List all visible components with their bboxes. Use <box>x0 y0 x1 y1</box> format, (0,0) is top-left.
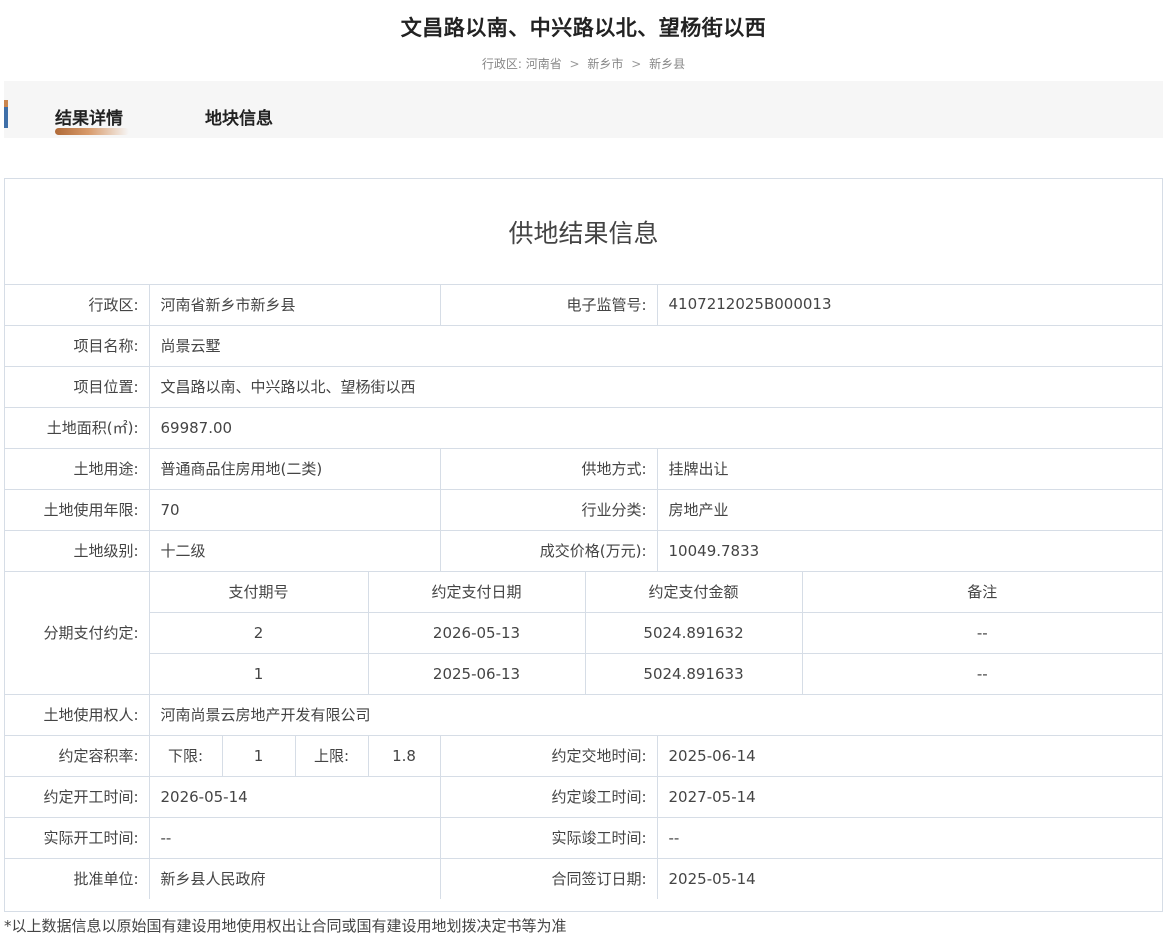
field-label: 实际开工时间: <box>5 816 150 859</box>
table-row: 项目位置: 文昌路以南、中兴路以北、望杨街以西 <box>5 365 1163 408</box>
installment-date: 2025-06-13 <box>367 652 586 695</box>
table-row: 土地用途: 普通商品住房用地(二类) 供地方式: 挂牌出让 <box>5 447 1163 490</box>
field-label: 分期支付约定: <box>5 570 150 695</box>
tab-bar: 结果详情 地块信息 <box>4 81 1163 138</box>
field-label: 土地使用年限: <box>5 488 150 531</box>
field-value-actual-start: -- <box>148 816 441 859</box>
table-row: 约定容积率: 下限: 1 上限: 1.8 约定交地时间: 2025-06-14 <box>5 734 1163 777</box>
field-label: 项目名称: <box>5 324 150 367</box>
field-label: 批准单位: <box>5 857 150 899</box>
breadcrumb-item-city[interactable]: 新乡市 <box>587 55 623 72</box>
table-row: 批准单位: 新乡县人民政府 合同签订日期: 2025-05-14 <box>5 857 1163 899</box>
far-upper-label: 上限: <box>294 734 369 777</box>
tab-parcel-info[interactable]: 地块信息 <box>205 104 273 129</box>
installment-header: 备注 <box>801 570 1163 613</box>
field-label: 成交价格(万元): <box>439 529 658 572</box>
field-value-handover: 2025-06-14 <box>656 734 1163 777</box>
field-value-supervision-no: 4107212025B000013 <box>656 284 1163 326</box>
field-value-supply-method: 挂牌出让 <box>656 447 1163 490</box>
field-label: 土地使用权人: <box>5 693 150 736</box>
installment-row: 2 2026-05-13 5024.891632 -- <box>5 611 1163 654</box>
installment-remark: -- <box>801 652 1163 695</box>
table-row: 土地级别: 十二级 成交价格(万元): 10049.7833 <box>5 529 1163 572</box>
installment-date: 2026-05-13 <box>367 611 586 654</box>
field-value-use-years: 70 <box>148 488 441 531</box>
far-lower-value: 1 <box>221 734 296 777</box>
supply-result-table: 行政区: 河南省新乡市新乡县 电子监管号: 4107212025B000013 … <box>5 284 1163 899</box>
field-value-land-use: 普通商品住房用地(二类) <box>148 447 441 490</box>
field-label: 约定容积率: <box>5 734 150 777</box>
installment-header: 约定支付金额 <box>584 570 803 613</box>
breadcrumb: 行政区: 河南省 > 新乡市 > 新乡县 <box>0 55 1167 72</box>
field-value-region: 河南省新乡市新乡县 <box>148 284 441 326</box>
installment-amount: 5024.891633 <box>584 652 803 695</box>
breadcrumb-label: 行政区: <box>481 57 522 71</box>
installment-period: 2 <box>149 611 369 654</box>
field-value-project-name: 尚景云墅 <box>148 324 1163 367</box>
tab-label: 地块信息 <box>205 109 273 129</box>
table-row: 约定开工时间: 2026-05-14 约定竣工时间: 2027-05-14 <box>5 775 1163 818</box>
breadcrumb-item-county[interactable]: 新乡县 <box>649 55 685 72</box>
far-lower-label: 下限: <box>148 734 223 777</box>
field-label: 实际竣工时间: <box>439 816 658 859</box>
field-value-land-area: 69987.00 <box>148 406 1163 449</box>
field-label: 土地用途: <box>5 447 150 490</box>
installment-header: 约定支付日期 <box>367 570 586 613</box>
installment-header: 支付期号 <box>148 570 369 613</box>
field-label: 项目位置: <box>5 365 150 408</box>
field-value-land-level: 十二级 <box>148 529 441 572</box>
field-value-land-user: 河南尚景云房地产开发有限公司 <box>148 693 1163 736</box>
field-label: 供地方式: <box>439 447 658 490</box>
installment-remark: -- <box>801 611 1163 654</box>
page-title: 文昌路以南、中兴路以北、望杨街以西 <box>400 16 767 40</box>
field-value-project-location: 文昌路以南、中兴路以北、望杨街以西 <box>148 365 1163 408</box>
footnote: *以上数据信息以原始国有建设用地使用权出让合同或国有建设用地划拨决定书等为准 <box>4 917 567 935</box>
far-upper-value: 1.8 <box>367 734 441 777</box>
table-row: 土地使用权人: 河南尚景云房地产开发有限公司 <box>5 693 1163 736</box>
table-row: 实际开工时间: -- 实际竣工时间: -- <box>5 816 1163 859</box>
field-label: 约定开工时间: <box>5 775 150 818</box>
breadcrumb-item-province[interactable]: 河南省 <box>526 55 562 72</box>
table-row: 项目名称: 尚景云墅 <box>5 324 1163 367</box>
breadcrumb-separator: > <box>631 57 642 71</box>
field-value-industry: 房地产业 <box>656 488 1163 531</box>
table-row: 土地面积(㎡): 69987.00 <box>5 406 1163 449</box>
field-value-start: 2026-05-14 <box>148 775 441 818</box>
installment-period: 1 <box>149 652 369 695</box>
field-value-finish: 2027-05-14 <box>656 775 1163 818</box>
table-row: 分期支付约定: 支付期号 约定支付日期 约定支付金额 备注 <box>5 570 1163 695</box>
field-label: 土地面积(㎡): <box>5 406 150 449</box>
supply-result-card: 供地结果信息 行政区: 河南省新乡市新乡县 电子监管号: 4107212025B… <box>4 178 1163 912</box>
field-label: 合同签订日期: <box>439 857 658 899</box>
installment-amount: 5024.891632 <box>584 611 803 654</box>
table-row: 土地使用年限: 70 行业分类: 房地产业 <box>5 488 1163 531</box>
table-row: 行政区: 河南省新乡市新乡县 电子监管号: 4107212025B000013 <box>5 284 1163 326</box>
tab-label: 结果详情 <box>55 109 123 129</box>
breadcrumb-separator: > <box>569 57 580 71</box>
field-value-approver: 新乡县人民政府 <box>148 857 441 899</box>
field-value-contract-date: 2025-05-14 <box>656 857 1163 899</box>
field-value-price: 10049.7833 <box>656 529 1163 572</box>
tab-bar-marker <box>4 100 8 128</box>
installment-row: 1 2025-06-13 5024.891633 -- <box>5 652 1163 695</box>
field-label: 约定交地时间: <box>439 734 658 777</box>
field-label: 电子监管号: <box>439 284 658 326</box>
active-tab-underline <box>55 128 129 135</box>
field-label: 土地级别: <box>5 529 150 572</box>
field-value-actual-finish: -- <box>656 816 1163 859</box>
field-label: 行业分类: <box>439 488 658 531</box>
field-label: 约定竣工时间: <box>439 775 658 818</box>
field-label: 行政区: <box>5 284 150 326</box>
tab-result-details[interactable]: 结果详情 <box>55 104 129 135</box>
section-title: 供地结果信息 <box>5 179 1162 285</box>
